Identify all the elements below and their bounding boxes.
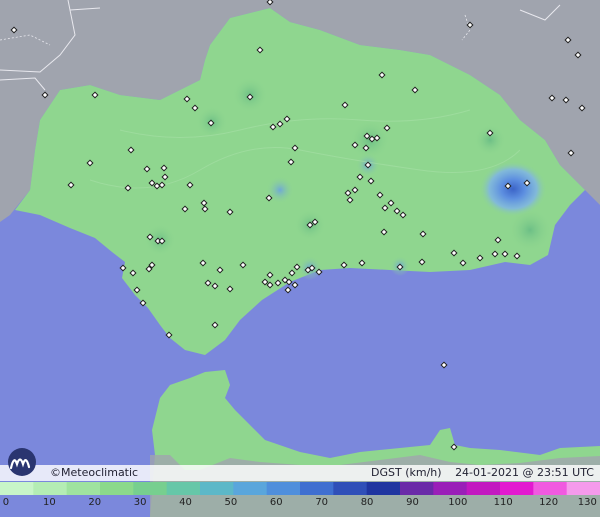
scale-swatch: [233, 482, 268, 495]
scale-swatch: [33, 482, 68, 495]
scale-swatch: [133, 482, 168, 495]
scale-swatch: [0, 482, 34, 495]
color-scale-bar: [0, 482, 600, 495]
scale-tick-label: 90: [406, 497, 419, 508]
scale-tick-label: 0: [2, 497, 10, 508]
color-scale-ticks: 0 10 20 30 40 50 60 70 80 90 100 110 120 130: [0, 497, 600, 513]
scale-tick-label: 80: [360, 497, 374, 508]
meteoclimatic-logo-icon: [8, 448, 36, 476]
scale-tick-label: 120: [539, 497, 559, 508]
scale-tick-label: 40: [179, 497, 192, 508]
brand-name: ©Meteoclimatic: [50, 466, 139, 479]
scale-swatch: [266, 482, 301, 495]
datetime-label: 24-01-2021 @ 23:51 UTC: [455, 466, 594, 479]
legend-caption: DGST (km/h) 24-01-2021 @ 23:51 UTC: [371, 466, 594, 480]
scale-tick-label: 50: [224, 497, 238, 508]
scale-swatch: [333, 482, 368, 495]
scale-swatch: [66, 482, 101, 495]
scale-swatch: [433, 482, 468, 495]
scale-tick-label: 110: [493, 497, 513, 508]
scale-tick-label: 10: [43, 497, 56, 508]
scale-tick-label: 30: [133, 497, 147, 508]
scale-swatch: [100, 482, 134, 495]
gust-zone: [474, 124, 506, 156]
scale-tick-label: 70: [315, 497, 329, 508]
scale-swatch: [566, 482, 600, 495]
scale-tick-label: 130: [577, 497, 597, 508]
gust-zone-max: [479, 161, 547, 217]
scale-swatch: [166, 482, 201, 495]
scale-swatch: [400, 482, 434, 495]
scale-swatch: [533, 482, 568, 495]
gust-zone: [508, 208, 552, 252]
scale-tick-label: 100: [448, 497, 468, 508]
scale-swatch: [466, 482, 501, 495]
scale-swatch: [200, 482, 234, 495]
scale-swatch: [300, 482, 334, 495]
scale-swatch: [500, 482, 534, 495]
wind-gust-map: [0, 0, 600, 517]
scale-tick-label: 20: [88, 497, 102, 508]
variable-label: DGST (km/h): [371, 466, 442, 479]
scale-swatch: [366, 482, 401, 495]
scale-tick-label: 60: [269, 497, 283, 508]
